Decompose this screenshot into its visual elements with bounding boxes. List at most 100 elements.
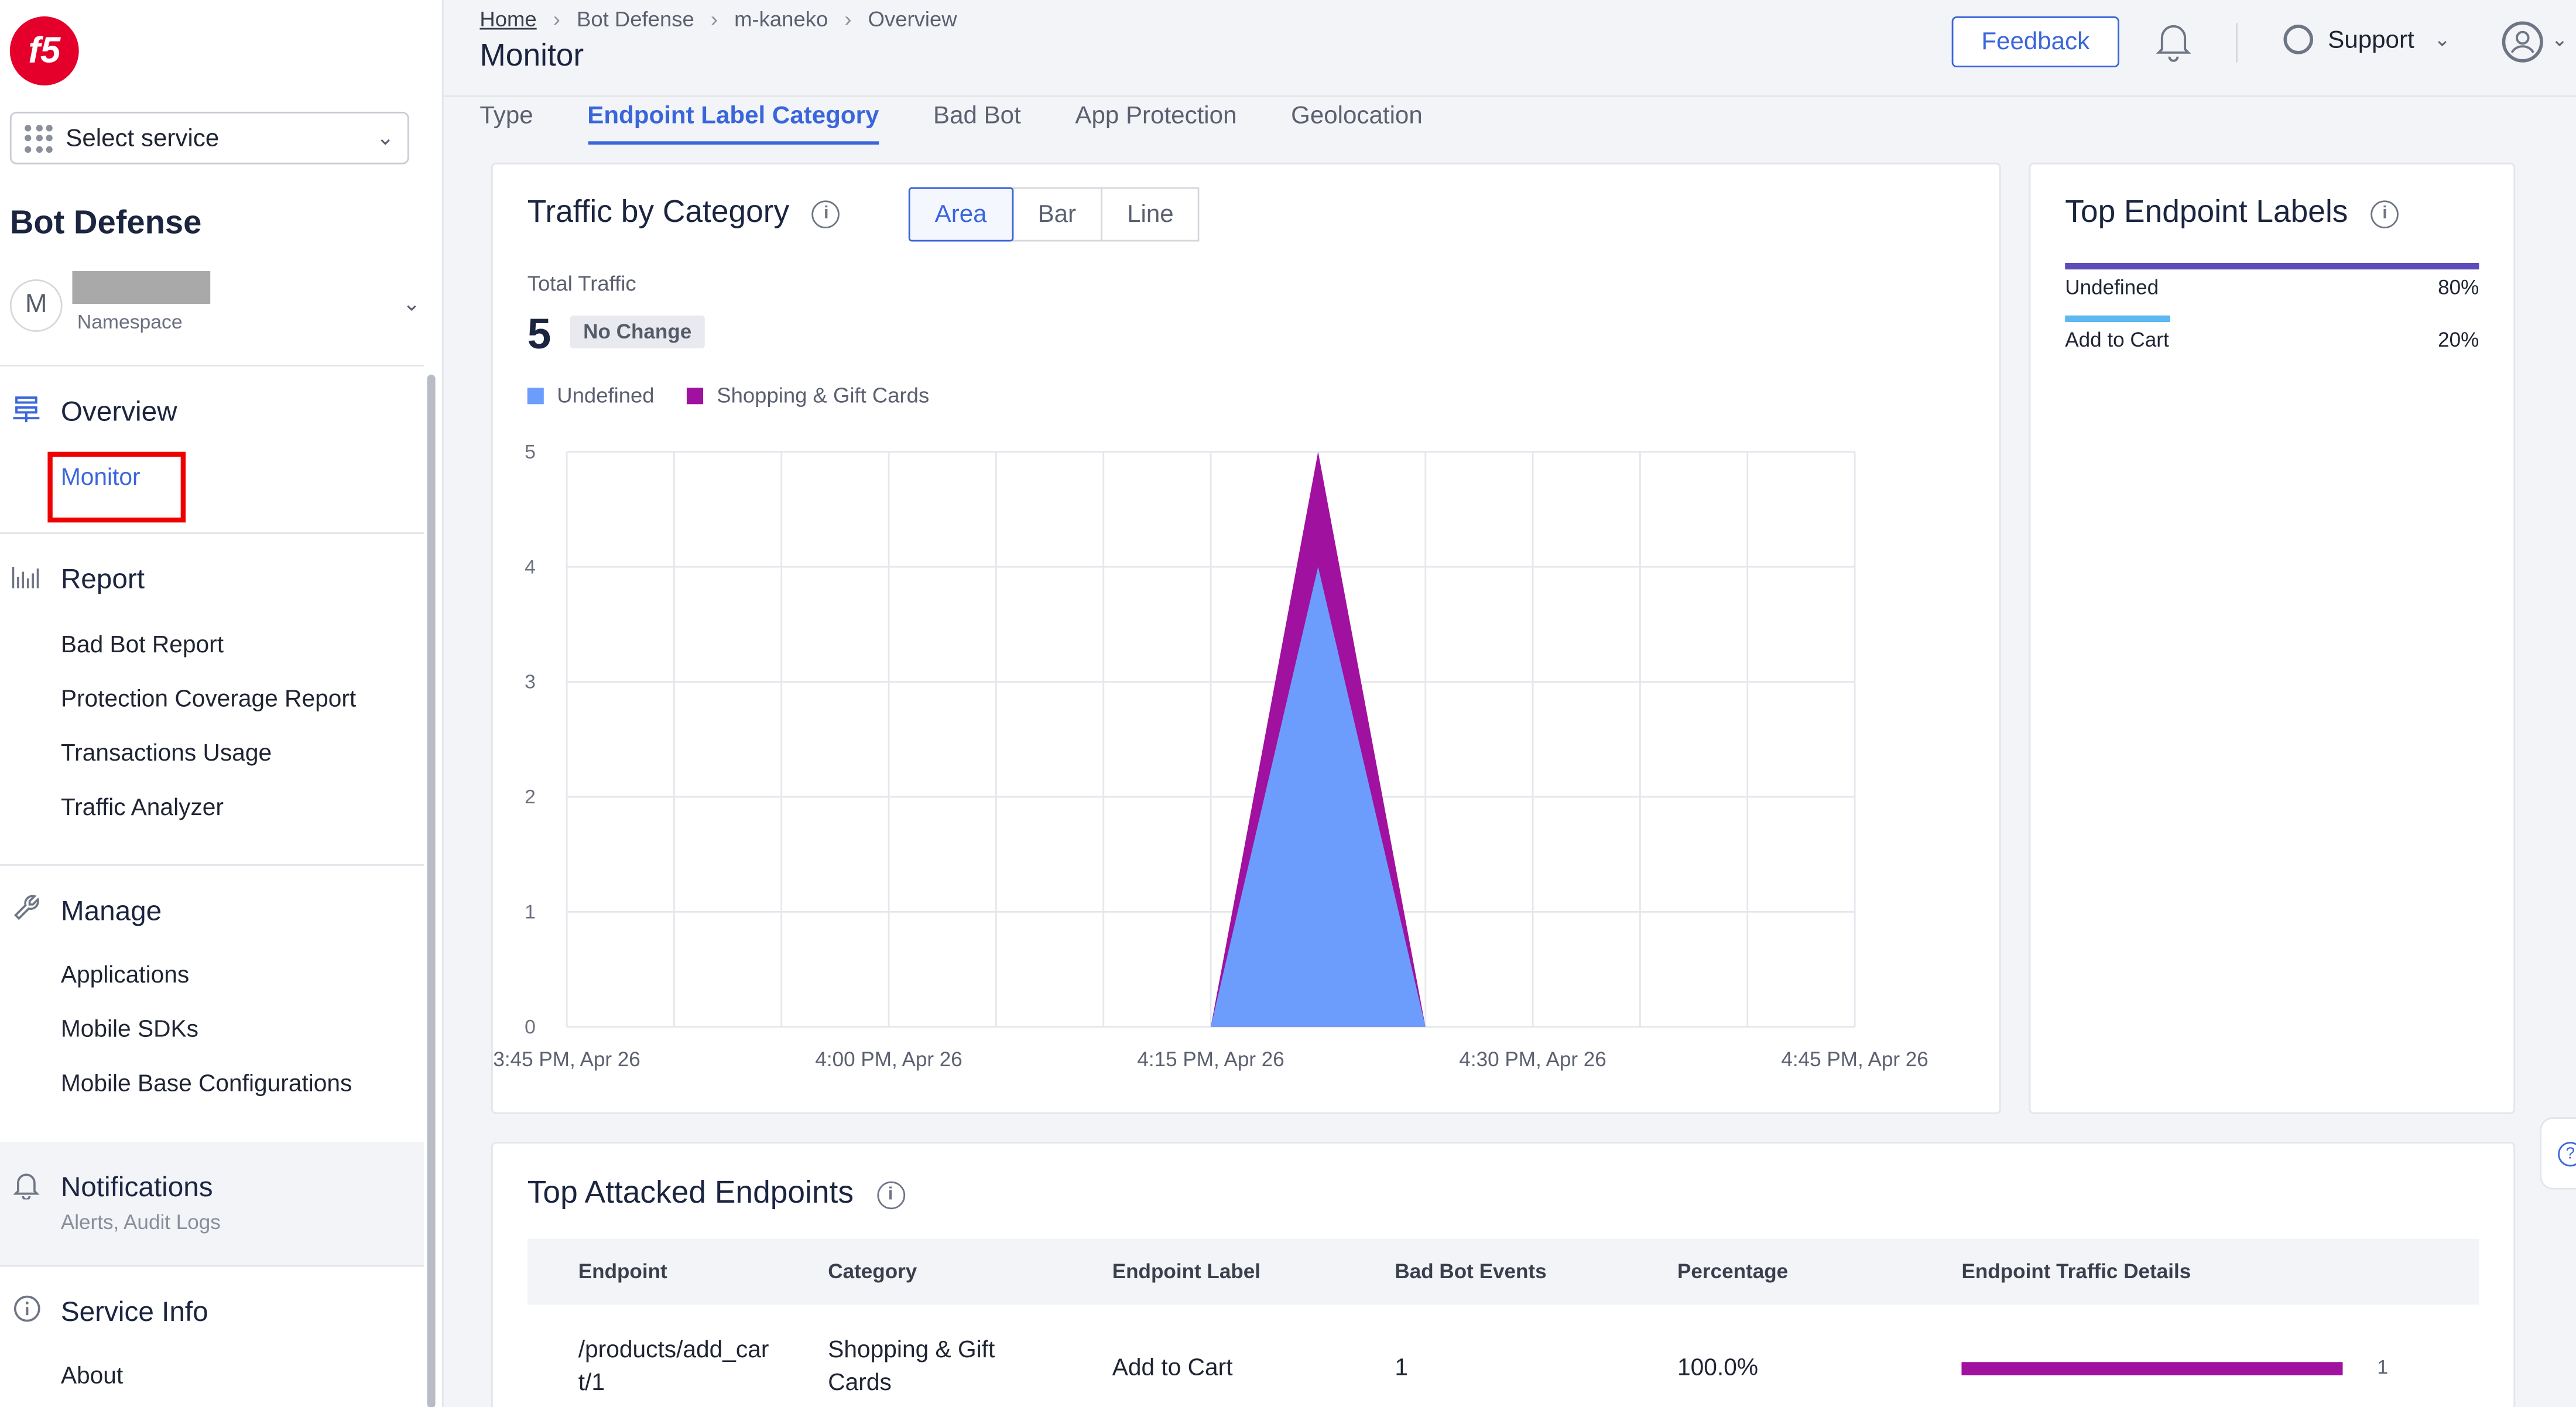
top-labels-title-text: Top Endpoint Labels [2065, 195, 2348, 230]
col-endpoint-traffic-details[interactable]: Endpoint Traffic Details [1961, 1260, 2191, 1283]
traffic-card-title: Traffic by Category i [527, 196, 841, 232]
cell-percentage: 100.0% [1677, 1355, 1759, 1382]
sidebar-scrollbar[interactable] [427, 374, 436, 1407]
wrench-icon [10, 894, 43, 929]
service-select-label: Select service [66, 124, 220, 152]
support-menu[interactable]: Support ⌄ [2283, 25, 2451, 54]
top-labels-title: Top Endpoint Labels i [2065, 196, 2399, 232]
legend-item-undefined[interactable]: Undefined [527, 383, 655, 408]
help-tab[interactable]: ? [2540, 1117, 2576, 1190]
info-icon[interactable]: i [812, 199, 841, 228]
chevron-down-icon[interactable]: ⌄ [2551, 28, 2568, 51]
section-overview[interactable]: Overview [10, 394, 177, 430]
section-manage-label: Manage [60, 894, 162, 926]
label-row-undefined[interactable]: Undefined 80% [2065, 276, 2479, 299]
user-avatar-icon[interactable] [2502, 21, 2543, 63]
total-traffic-value: 5 [527, 309, 551, 358]
change-badge: No Change [570, 315, 705, 348]
cell-bad-bot-events: 1 [1395, 1355, 1409, 1382]
col-endpoint-label[interactable]: Endpoint Label [1112, 1260, 1260, 1283]
tab-bad-bot[interactable]: Bad Bot [933, 102, 1021, 145]
section-notifications[interactable]: Notifications [10, 1170, 213, 1206]
section-report[interactable]: Report [10, 563, 145, 596]
info-icon[interactable]: i [876, 1180, 905, 1209]
section-service-info[interactable]: Service Info [10, 1295, 208, 1329]
breadcrumb-bot-defense[interactable]: Bot Defense [577, 6, 694, 31]
tab-endpoint-label-category[interactable]: Endpoint Label Category [587, 102, 879, 145]
feedback-button[interactable]: Feedback [1951, 16, 2119, 68]
chevron-down-icon: ⌄ [376, 125, 395, 150]
x-tick-label: 4:00 PM, Apr 26 [815, 1048, 962, 1071]
col-bad-bot-events[interactable]: Bad Bot Events [1395, 1260, 1546, 1283]
col-percentage[interactable]: Percentage [1677, 1260, 1788, 1283]
nav-transactions-usage[interactable]: Transactions Usage [61, 741, 272, 768]
section-notifications-label: Notifications [60, 1171, 213, 1203]
overview-icon [10, 394, 43, 430]
x-tick-label: 3:45 PM, Apr 26 [493, 1048, 640, 1071]
label-percent: 80% [2438, 276, 2479, 299]
cell-endpoint-line2: t/1 [578, 1370, 605, 1397]
divider [0, 864, 424, 866]
section-manage[interactable]: Manage [10, 894, 162, 929]
legend-label-shopping: Shopping & Gift Cards [717, 382, 930, 408]
label-row-add-to-cart[interactable]: Add to Cart 20% [2065, 328, 2479, 351]
col-endpoint[interactable]: Endpoint [578, 1260, 667, 1283]
cell-category: Shopping & Gift Cards [828, 1334, 995, 1400]
y-tick-label: 1 [525, 902, 536, 923]
nav-protection-coverage-report[interactable]: Protection Coverage Report [61, 687, 356, 713]
y-tick-label: 2 [525, 786, 536, 808]
chart-legend: Undefined Shopping & Gift Cards [527, 383, 962, 408]
info-icon[interactable]: i [2371, 199, 2399, 228]
cell-endpoint: /products/add_car t/1 [578, 1334, 769, 1400]
report-icon [10, 563, 43, 596]
traffic-area-chart: 0 1 2 3 4 5 3:45 PM, Apr 26 4:00 PM, Apr 26 4:15… [493, 441, 1928, 1071]
cell-category-line2: Cards [828, 1370, 892, 1397]
table-header: Endpoint Category Endpoint Label Bad Bot… [527, 1238, 2479, 1305]
tab-app-protection[interactable]: App Protection [1075, 102, 1236, 145]
bell-icon [10, 1170, 43, 1206]
breadcrumb-separator-icon: › [844, 6, 852, 32]
cell-endpoint-label: Add to Cart [1112, 1355, 1233, 1382]
info-icon [10, 1295, 43, 1329]
nav-mobile-sdks[interactable]: Mobile SDKs [61, 1017, 198, 1043]
cell-category-line1: Shopping & Gift [828, 1337, 995, 1364]
namespace-label: Namespace [77, 310, 183, 334]
chart-type-toggle: Area Bar Line [908, 187, 1200, 242]
breadcrumb-namespace[interactable]: m-kaneko [734, 6, 828, 31]
label-name: Add to Cart [2065, 328, 2169, 352]
f5-logo[interactable]: f5 [9, 16, 79, 85]
label-name: Undefined [2065, 276, 2159, 299]
nav-about[interactable]: About [61, 1364, 123, 1390]
attacked-title: Top Attacked Endpoints i [527, 1176, 905, 1213]
tab-geolocation[interactable]: Geolocation [1291, 102, 1423, 145]
namespace-selector[interactable]: M Namespace ⌄ [9, 271, 430, 343]
breadcrumb-overview: Overview [868, 6, 957, 32]
legend-label-undefined: Undefined [557, 382, 655, 408]
nav-traffic-analyzer[interactable]: Traffic Analyzer [61, 795, 224, 821]
col-category[interactable]: Category [828, 1260, 917, 1283]
attacked-title-text: Top Attacked Endpoints [527, 1176, 854, 1211]
nav-bad-bot-report[interactable]: Bad Bot Report [61, 632, 224, 659]
nav-mobile-base-configurations[interactable]: Mobile Base Configurations [61, 1071, 352, 1098]
chart-type-line[interactable]: Line [1101, 187, 1200, 242]
nav-applications[interactable]: Applications [61, 963, 189, 989]
y-tick-label: 0 [525, 1016, 536, 1038]
tab-type[interactable]: Type [479, 102, 533, 145]
chart-type-area[interactable]: Area [908, 187, 1013, 242]
page-title: Monitor [479, 39, 584, 74]
legend-item-shopping[interactable]: Shopping & Gift Cards [687, 382, 930, 408]
divider [0, 1265, 424, 1267]
breadcrumb-home[interactable]: Home [479, 6, 536, 31]
header-divider [2236, 23, 2238, 63]
chart-type-bar[interactable]: Bar [1011, 187, 1102, 242]
service-select[interactable]: Select service ⌄ [9, 111, 409, 165]
grid-icon [25, 124, 53, 152]
traffic-by-category-card: Traffic by Category i Area Bar Line Tota… [491, 162, 2001, 1114]
sidebar: f5 Select service ⌄ Bot Defense M Namesp… [0, 0, 444, 1407]
section-overview-label: Overview [60, 396, 177, 427]
notification-bell-icon[interactable] [2152, 20, 2195, 63]
tab-bar: Type Endpoint Label Category Bad Bot App… [479, 102, 1477, 145]
endpoint-traffic-bar [1961, 1362, 2343, 1375]
x-tick-label: 4:45 PM, Apr 26 [1781, 1048, 1928, 1071]
breadcrumb-separator-icon: › [710, 6, 718, 32]
